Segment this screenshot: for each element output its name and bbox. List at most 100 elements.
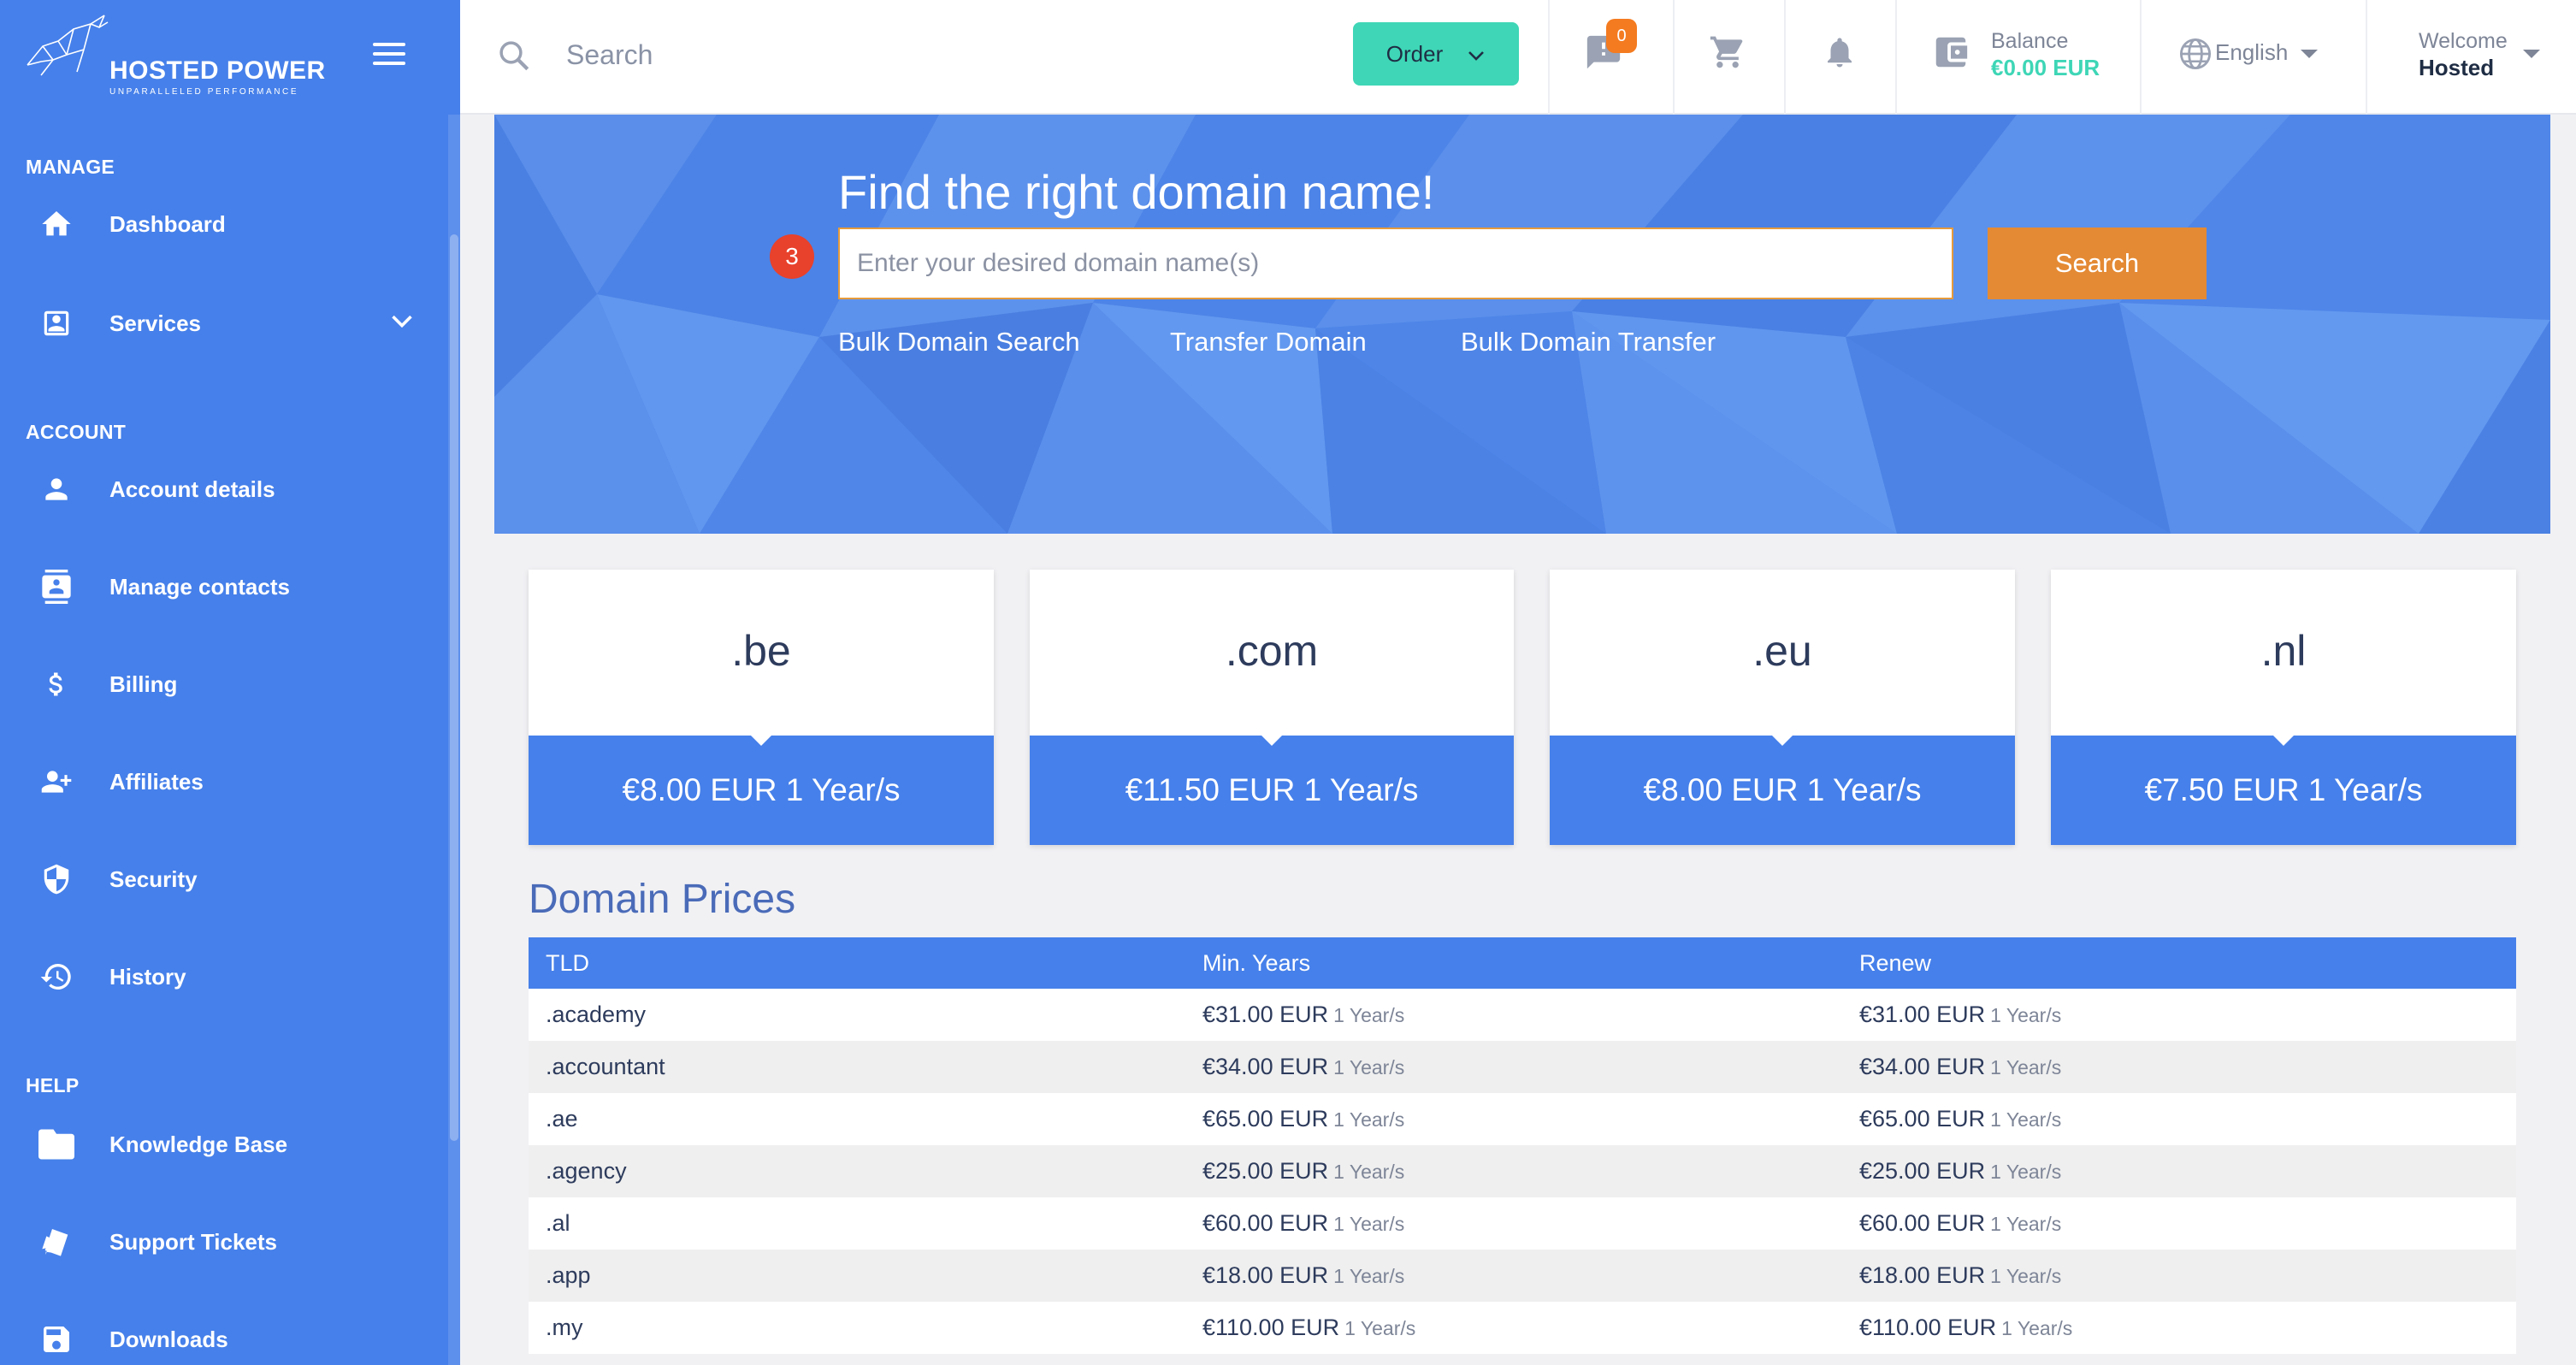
- id-card-icon: [38, 304, 75, 342]
- home-icon: [38, 205, 75, 243]
- global-search-input[interactable]: [566, 32, 1165, 77]
- price-value: €60.00 EUR: [1202, 1210, 1329, 1236]
- card-notch: [2273, 736, 2294, 746]
- sidebar-item-security[interactable]: Security: [0, 838, 448, 920]
- sidebar-item-label: Security: [109, 866, 198, 892]
- sidebar-scrollbar[interactable]: [448, 115, 460, 1365]
- years-value: 1 Year/s: [1333, 1161, 1405, 1183]
- years-value: 1 Year/s: [2001, 1317, 2073, 1339]
- tld-card-be[interactable]: .be €8.00 EUR 1 Year/s: [529, 570, 994, 845]
- section-label-manage: MANAGE: [26, 156, 115, 178]
- sidebar-item-label: Affiliates: [109, 768, 204, 795]
- price-value: €25.00 EUR: [1202, 1158, 1329, 1184]
- shopping-cart-icon[interactable]: [1709, 32, 1746, 76]
- years-value: 1 Year/s: [1990, 1213, 2062, 1235]
- bell-icon[interactable]: [1822, 32, 1858, 76]
- sidebar-item-manage-contacts[interactable]: Manage contacts: [0, 546, 448, 628]
- sidebar-item-label: Manage contacts: [109, 573, 290, 600]
- tld-price: €11.50 EUR 1 Year/s: [1030, 736, 1514, 845]
- card-notch: [1772, 736, 1793, 746]
- globe-icon[interactable]: [2177, 36, 2213, 76]
- min-years-cell: €25.00 EUR 1 Year/s: [1185, 1145, 1842, 1197]
- sidebar-item-label: Billing: [109, 671, 178, 697]
- search-icon[interactable]: [496, 38, 532, 78]
- chevron-down-icon: [1467, 41, 1486, 68]
- balance-label: Balance: [1991, 29, 2069, 53]
- bulk-domain-search-link[interactable]: Bulk Domain Search: [838, 327, 1080, 358]
- transfer-domain-link[interactable]: Transfer Domain: [1170, 327, 1367, 358]
- sidebar-item-billing[interactable]: Billing: [0, 643, 448, 725]
- sidebar-item-label: Support Tickets: [109, 1228, 278, 1255]
- min-years-cell: €18.00 EUR 1 Year/s: [1185, 1250, 1842, 1302]
- tld-price: €8.00 EUR 1 Year/s: [1550, 736, 2015, 845]
- domain-search-hero: Find the right domain name! 3 Search Bul…: [494, 115, 2550, 534]
- user-menu[interactable]: Hosted: [2419, 55, 2494, 81]
- tld-price: €8.00 EUR 1 Year/s: [529, 736, 994, 845]
- balance-value: €0.00 EUR: [1991, 55, 2100, 80]
- table-row: .app €18.00 EUR 1 Year/s €18.00 EUR 1 Year…: [529, 1250, 2516, 1302]
- renew-cell: €25.00 EUR 1 Year/s: [1842, 1145, 2516, 1197]
- column-header-renew[interactable]: Renew: [1842, 937, 2516, 989]
- tld-name: .eu: [1752, 627, 1812, 675]
- table-row: .al €60.00 EUR 1 Year/s €60.00 EUR 1 Year/…: [529, 1197, 2516, 1250]
- sidebar-item-label: History: [109, 963, 186, 990]
- tld-card-nl[interactable]: .nl €7.50 EUR 1 Year/s: [2051, 570, 2516, 845]
- caret-down-icon[interactable]: [2523, 50, 2540, 58]
- sidebar-item-history[interactable]: History: [0, 936, 448, 1018]
- divider: [1673, 0, 1675, 115]
- min-years-cell: €60.00 EUR 1 Year/s: [1185, 1197, 1842, 1250]
- years-value: 1 Year/s: [1990, 1056, 2062, 1078]
- history-icon: [38, 958, 75, 996]
- column-header-tld[interactable]: TLD: [529, 937, 1185, 989]
- years-value: 1 Year/s: [1333, 1056, 1405, 1078]
- price-value: €110.00 EUR: [1859, 1315, 1997, 1340]
- renew-cell: €31.00 EUR 1 Year/s: [1842, 989, 2516, 1041]
- renew-cell: €18.00 EUR 1 Year/s: [1842, 1250, 2516, 1302]
- tld-cell: .academy: [529, 989, 1185, 1041]
- order-dropdown-button[interactable]: Order: [1353, 22, 1519, 86]
- table-row: .academy €31.00 EUR 1 Year/s €31.00 EUR 1 …: [529, 989, 2516, 1041]
- years-value: 1 Year/s: [1333, 1004, 1405, 1026]
- hero-background-pattern: [494, 115, 2550, 534]
- divider: [1548, 0, 1550, 115]
- price-value: €65.00 EUR: [1859, 1106, 1986, 1132]
- menu-toggle-icon[interactable]: [373, 43, 405, 68]
- sidebar-item-account-details[interactable]: Account details: [0, 448, 448, 530]
- sidebar-item-label: Knowledge Base: [109, 1131, 288, 1157]
- domain-prices-table: TLD Min. Years Renew .academy €31.00 EUR…: [529, 937, 2516, 1354]
- years-value: 1 Year/s: [1990, 1004, 2062, 1026]
- price-value: €31.00 EUR: [1859, 1002, 1986, 1027]
- tld-price: €7.50 EUR 1 Year/s: [2051, 736, 2516, 845]
- min-years-cell: €31.00 EUR 1 Year/s: [1185, 989, 1842, 1041]
- min-years-cell: €34.00 EUR 1 Year/s: [1185, 1041, 1842, 1093]
- sidebar-item-dashboard[interactable]: Dashboard: [0, 183, 448, 265]
- domain-search-input[interactable]: [838, 228, 1953, 299]
- tld-name: .be: [731, 627, 791, 675]
- wallet-icon[interactable]: [1931, 32, 1970, 76]
- bulk-domain-transfer-link[interactable]: Bulk Domain Transfer: [1461, 327, 1716, 358]
- years-value: 1 Year/s: [1990, 1161, 2062, 1183]
- sidebar-item-support-tickets[interactable]: Support Tickets: [0, 1201, 448, 1283]
- domain-search-button[interactable]: Search: [1988, 228, 2207, 299]
- section-label-account: ACCOUNT: [26, 421, 127, 443]
- caret-down-icon: [2301, 50, 2318, 58]
- welcome-label: Welcome: [2419, 29, 2508, 53]
- sidebar-item-downloads[interactable]: Downloads: [0, 1298, 448, 1365]
- sidebar-item-affiliates[interactable]: Affiliates: [0, 741, 448, 823]
- sidebar-item-services[interactable]: Services: [0, 282, 448, 364]
- tld-card-com[interactable]: .com €11.50 EUR 1 Year/s: [1030, 570, 1514, 845]
- brand-name: HOSTED POWER: [109, 56, 326, 85]
- user-icon: [38, 470, 75, 508]
- table-row: .accountant €34.00 EUR 1 Year/s €34.00 EU…: [529, 1041, 2516, 1093]
- tld-card-eu[interactable]: .eu €8.00 EUR 1 Year/s: [1550, 570, 2015, 845]
- order-button-label: Order: [1385, 40, 1444, 67]
- divider: [2140, 0, 2142, 115]
- table-row: .my €110.00 EUR 1 Year/s €110.00 EUR 1 Yea…: [529, 1302, 2516, 1354]
- column-header-min-years[interactable]: Min. Years: [1185, 937, 1842, 989]
- sidebar-item-knowledge-base[interactable]: Knowledge Base: [0, 1103, 448, 1185]
- language-selector[interactable]: English: [2215, 39, 2288, 66]
- price-value: €18.00 EUR: [1859, 1262, 1986, 1288]
- save-icon: [38, 1321, 75, 1358]
- brand-logo[interactable]: HOSTED POWER UNPARALLELED PERFORMANCE: [24, 12, 332, 106]
- sidebar-scroll-thumb[interactable]: [450, 234, 458, 1141]
